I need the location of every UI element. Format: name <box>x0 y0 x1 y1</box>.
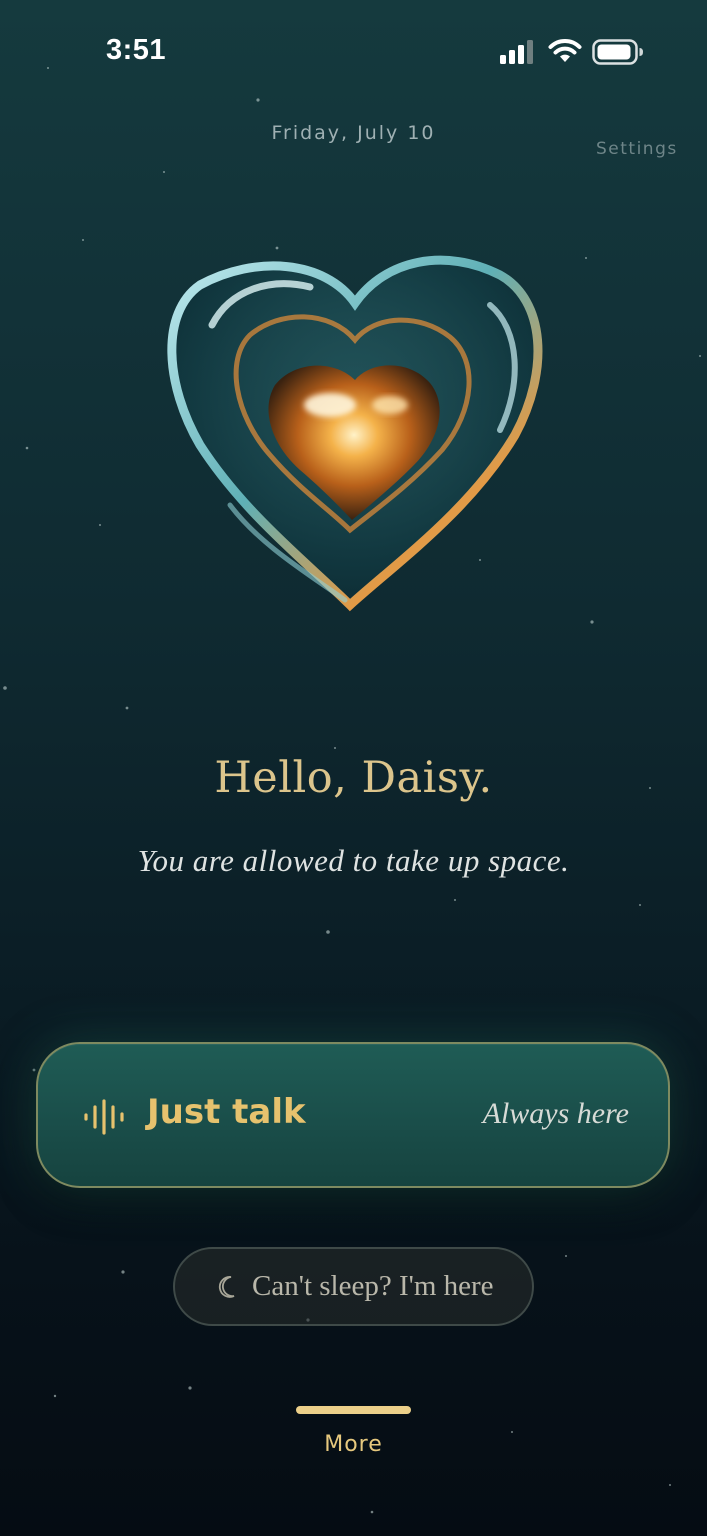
cellular-signal-icon <box>500 40 533 64</box>
status-bar: 3:51 <box>0 0 707 100</box>
more-tab-label: More <box>324 1432 383 1457</box>
battery-icon <box>592 39 643 65</box>
status-time: 3:51 <box>106 34 167 66</box>
just-talk-label: Just talk <box>147 1092 306 1132</box>
greeting-title: Hello, Daisy. <box>214 753 493 803</box>
glass-heart-icon <box>167 255 543 612</box>
just-talk-subtitle: Always here <box>482 1097 629 1130</box>
wifi-icon <box>548 39 582 62</box>
affirmation-text: You are allowed to take up space. <box>137 843 570 878</box>
cant-sleep-label: Can't sleep? I'm here <box>252 1270 494 1302</box>
moon-icon <box>218 1276 235 1298</box>
waveform-icon <box>84 1099 124 1135</box>
settings-button[interactable]: Settings <box>596 139 678 159</box>
more-tab-indicator <box>296 1406 411 1414</box>
